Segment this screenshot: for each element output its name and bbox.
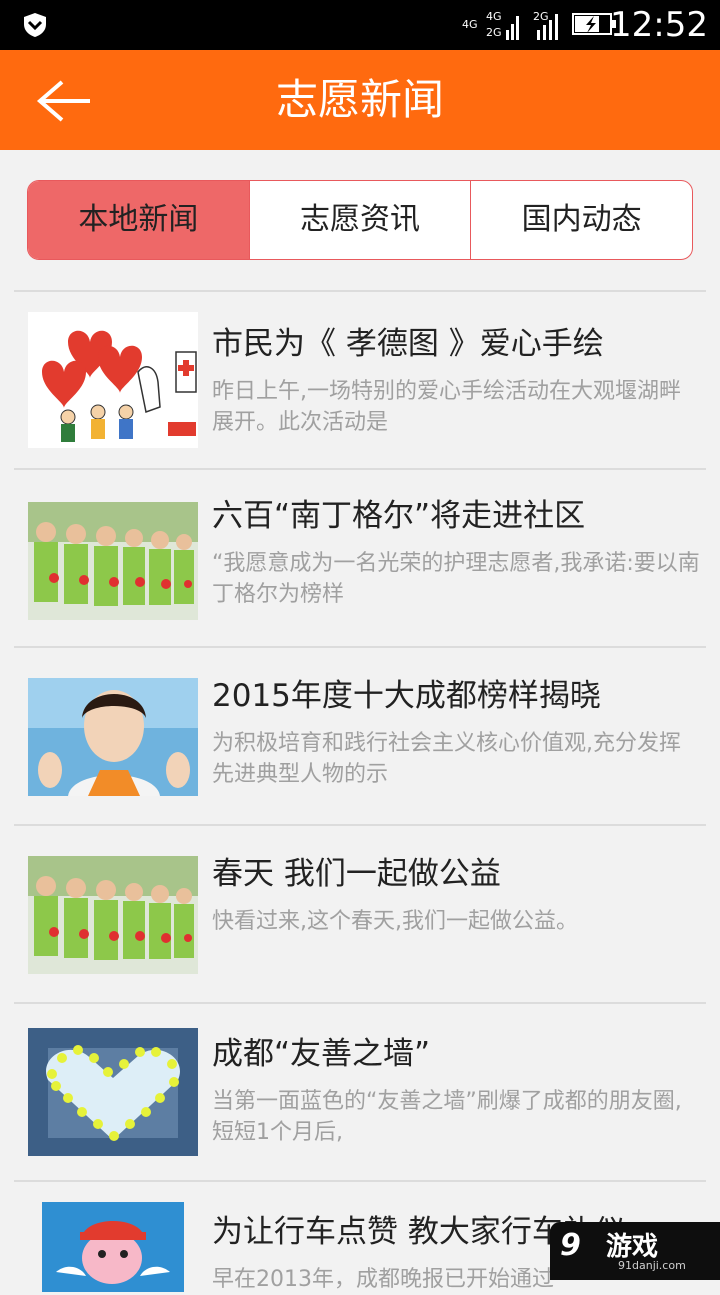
news-summary: “我愿意成为一名光荣的护理志愿者,我承诺:要以南丁格尔为榜样 [212,551,700,607]
watermark-url: 91danji.com [618,1259,686,1272]
news-title: 成都“友善之墙” [212,1036,431,1072]
mascot-image [42,1202,184,1292]
list-item[interactable]: 成都“友善之墙” 当第一面蓝色的“友善之墙”刷爆了成都的朋友圈,短短1个月后, [14,1002,706,1180]
news-summary: 为积极培育和践行社会主义核心价值观,充分发挥先进典型人物的示 [212,731,681,787]
news-thumbnail [42,1202,184,1292]
svg-text:2G: 2G [486,26,502,39]
status-bar: 4G 4G 2G 2G 12:52 [0,0,720,50]
news-summary: 快看过来,这个春天,我们一起做公益。 [212,909,578,934]
list-item[interactable]: 六百“南丁格尔”将走进社区 “我愿意成为一名光荣的护理志愿者,我承诺:要以南丁格… [14,468,706,646]
list-item[interactable]: 2015年度十大成都榜样揭晓 为积极培育和践行社会主义核心价值观,充分发挥先进典… [14,646,706,824]
nurses-photo-image [28,502,198,620]
svg-text:2G: 2G [533,10,549,23]
news-summary: 昨日上午,一场特别的爱心手绘活动在大观堰湖畔展开。此次活动是 [212,379,681,435]
watermark-logo: 9 [560,1228,581,1263]
tab-local-news[interactable]: 本地新闻 [28,181,249,259]
news-thumbnail [28,312,198,448]
news-thumbnail [28,856,198,974]
svg-text:4G: 4G [486,10,502,23]
signal-4g-icon: 4G 4G 2G [462,10,519,40]
site-watermark: 9 游戏 91danji.com [550,1222,720,1280]
news-title: 2015年度十大成都榜样揭晓 [212,678,601,714]
news-category-tabs: 本地新闻 志愿资讯 国内动态 [27,180,693,260]
news-thumbnail [28,502,198,620]
news-summary: 当第一面蓝色的“友善之墙”刷爆了成都的朋友圈,短短1个月后, [212,1089,682,1145]
volunteers-formation-image [28,1028,198,1156]
list-item[interactable]: 市民为《 孝德图 》爱心手绘 昨日上午,一场特别的爱心手绘活动在大观堰湖畔展开。… [14,290,706,468]
clock: 12:52 [610,5,708,45]
nurses-photo-image [28,856,198,974]
news-thumbnail [28,1028,198,1156]
woman-photo-image [28,678,198,796]
svg-text:4G: 4G [462,18,478,31]
app-header: 志愿新闻 [0,50,720,150]
news-list: 市民为《 孝德图 》爱心手绘 昨日上午,一场特别的爱心手绘活动在大观堰湖畔展开。… [14,290,706,1292]
news-title: 春天 我们一起做公益 [212,856,501,892]
tab-volunteer-info[interactable]: 志愿资讯 [248,181,471,259]
list-item[interactable]: 春天 我们一起做公益 快看过来,这个春天,我们一起做公益。 [14,824,706,1002]
news-title: 市民为《 孝德图 》爱心手绘 [212,326,604,362]
shield-icon [24,13,46,37]
watermark-text: 游戏 [606,1232,659,1262]
heart-volunteers-image [28,312,198,448]
signal-2g-icon: 2G [533,10,558,40]
tab-domestic-news[interactable]: 国内动态 [470,181,692,259]
news-thumbnail [28,678,198,796]
page-title: 志愿新闻 [275,75,444,124]
news-title: 六百“南丁格尔”将走进社区 [212,498,586,534]
